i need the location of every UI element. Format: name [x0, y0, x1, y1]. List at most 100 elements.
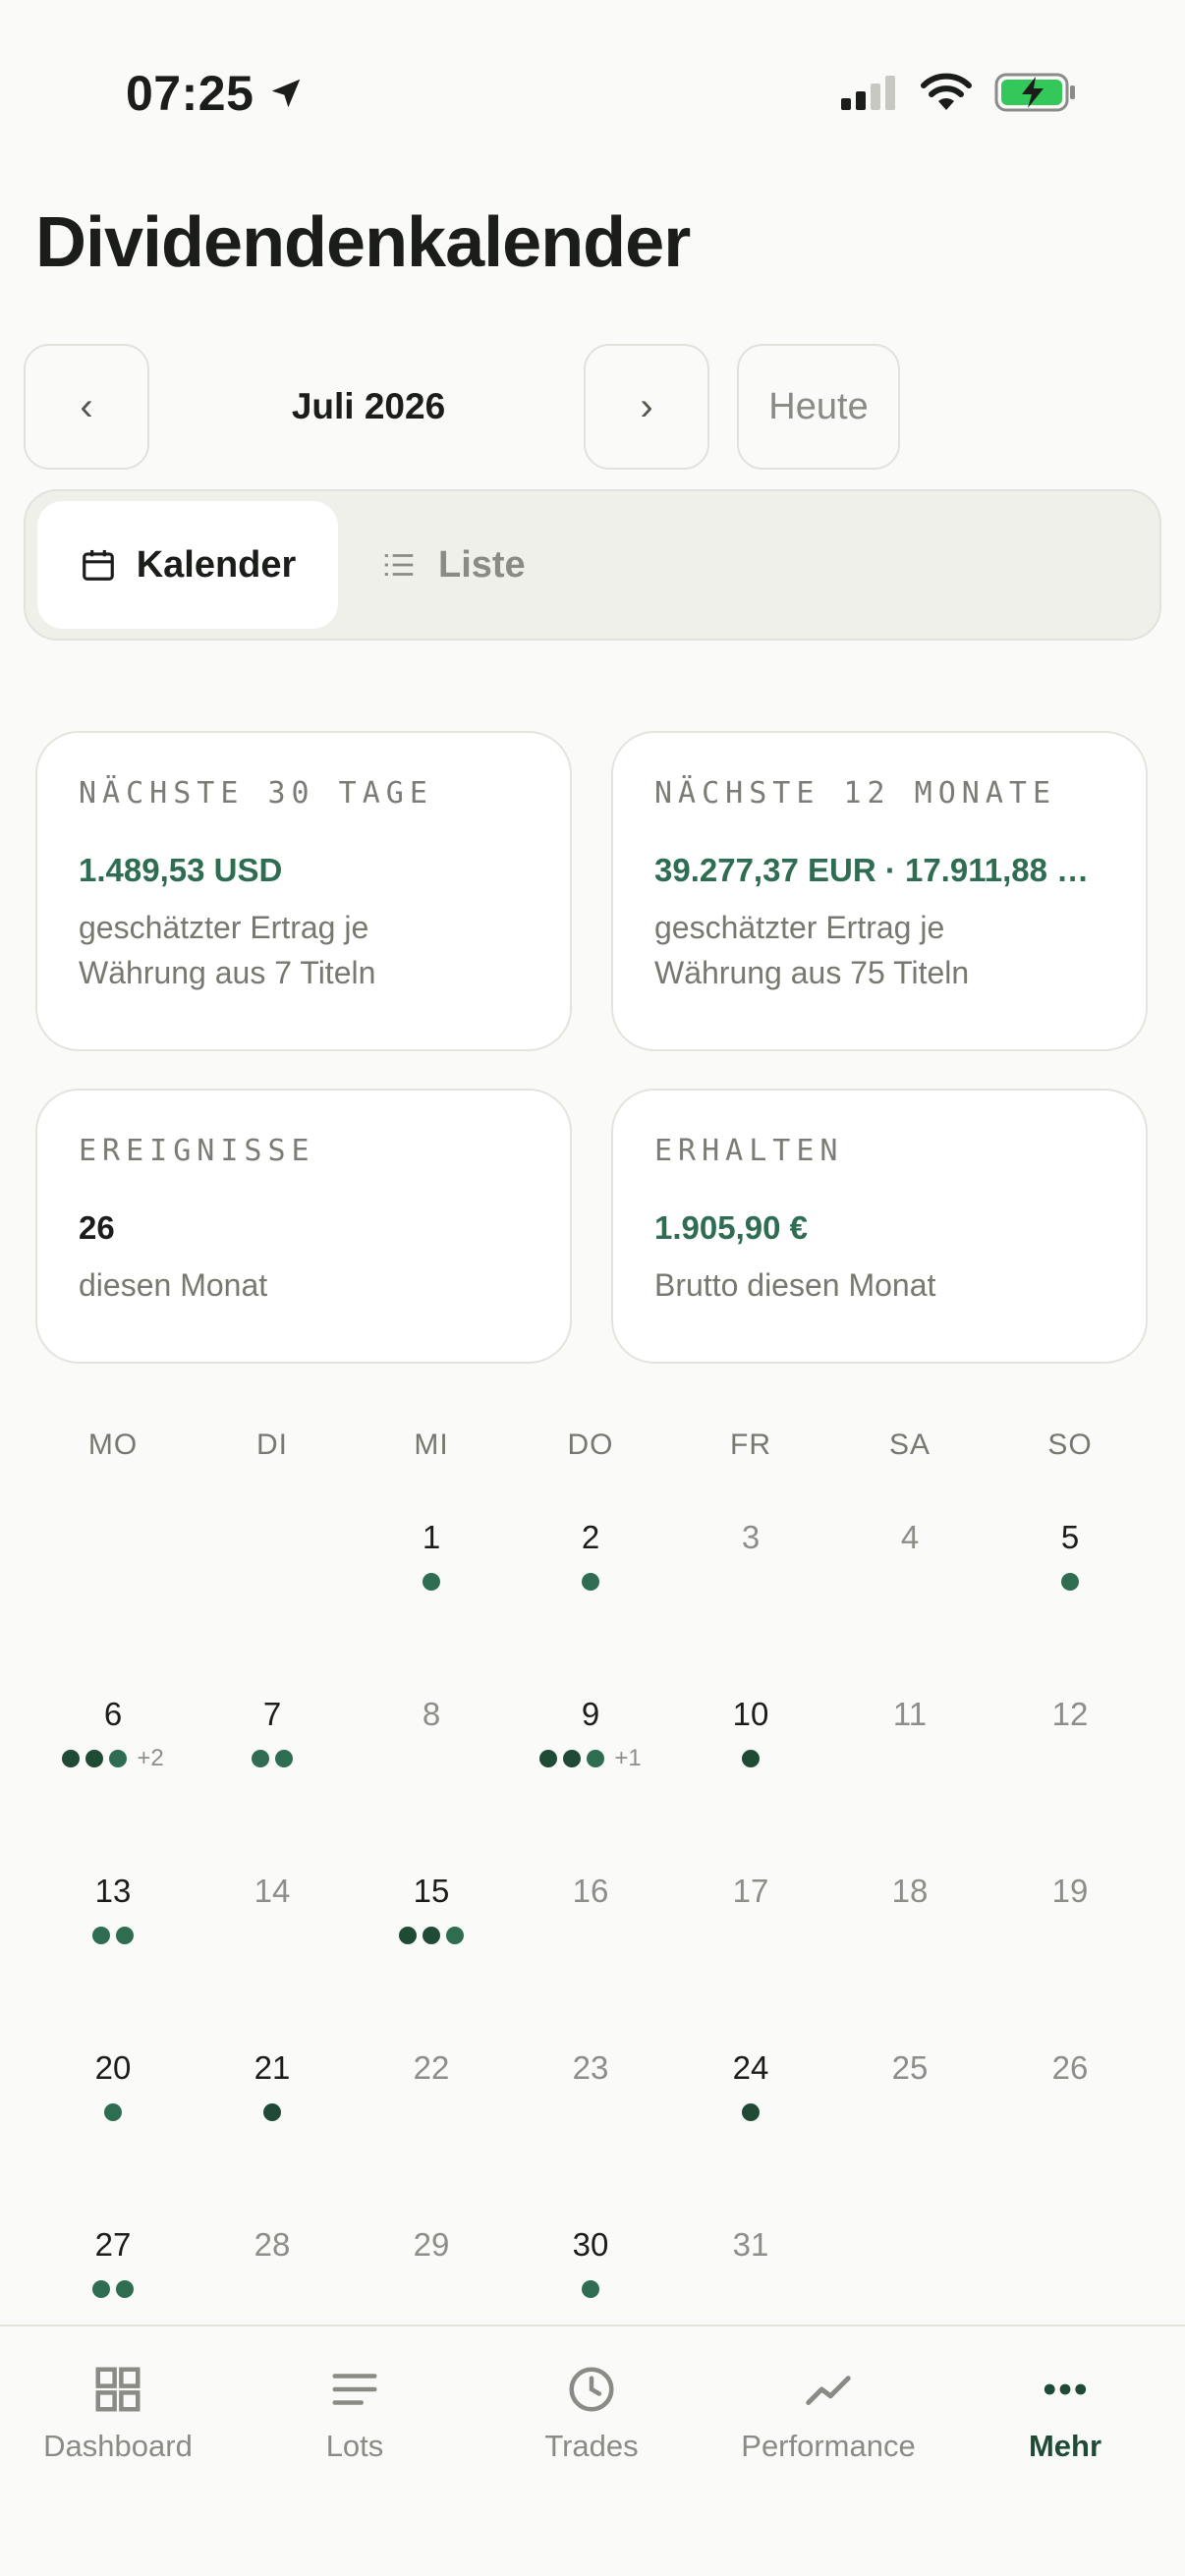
calendar-day-26[interactable]: 26 [990, 2048, 1150, 2088]
day-number: 14 [254, 1873, 291, 1909]
calendar-day-23[interactable]: 23 [511, 2048, 670, 2088]
tab-label: Mehr [1028, 2429, 1102, 2463]
day-number: 9 [581, 1696, 600, 1732]
calendar-day-8[interactable]: 8 [352, 1695, 511, 1734]
calendar-day-16[interactable]: 16 [511, 1872, 670, 1911]
event-dot [539, 1750, 558, 1767]
tab-dashboard[interactable]: Dashboard [0, 2360, 236, 2464]
current-month-label: Juli 2026 [291, 386, 446, 426]
calendar-day-17[interactable]: 17 [671, 1872, 830, 1911]
tab-label: Performance [741, 2429, 916, 2463]
event-dot [92, 1927, 110, 1944]
calendar-day-3[interactable]: 3 [671, 1518, 830, 1557]
day-number: 20 [94, 2049, 132, 2086]
event-dots [511, 1571, 670, 1593]
calendar-day-31[interactable]: 31 [671, 2225, 830, 2265]
event-dot [62, 1750, 81, 1767]
card-label: NÄCHSTE 30 TAGE [79, 776, 433, 811]
event-dots [193, 1748, 352, 1769]
card-value: 26 [79, 1209, 115, 1246]
card-label: NÄCHSTE 12 MONATE [654, 776, 1057, 811]
list-view-tab[interactable]: Liste [379, 501, 526, 629]
next-month-button[interactable]: › [584, 344, 709, 470]
calendar-day-29[interactable]: 29 [352, 2225, 511, 2265]
tab-trades[interactable]: Trades [474, 2360, 709, 2464]
previous-month-button[interactable]: ‹ [24, 344, 149, 470]
weekday-do: DO [567, 1428, 614, 1461]
calendar-day-10[interactable]: 10 [671, 1695, 830, 1769]
event-dots [193, 2101, 352, 2123]
card-value: 1.489,53 USD [79, 852, 283, 888]
day-number: 28 [254, 2226, 291, 2263]
more-events-count: +2 [137, 1745, 164, 1771]
page: 07:25 Dividendenkalender ‹ Juli 2026 › H… [0, 0, 1185, 2576]
tab-lots[interactable]: Lots [237, 2360, 473, 2464]
page-title: Dividendenkalender [35, 203, 691, 282]
calendar-day-7[interactable]: 7 [193, 1695, 352, 1769]
day-number: 7 [262, 1696, 282, 1732]
calendar-day-22[interactable]: 22 [352, 2048, 511, 2088]
bottom-tab-bar: Dashboard Lots Trades Performance Mehr [0, 2324, 1185, 2576]
calendar-day-12[interactable]: 12 [990, 1695, 1150, 1734]
event-dot [275, 1750, 293, 1767]
day-number: 21 [254, 2049, 291, 2086]
event-dot [423, 1927, 440, 1944]
list-icon [384, 554, 414, 576]
calendar-day-9[interactable]: 9 +1 [511, 1695, 670, 1771]
event-dot [742, 2103, 760, 2121]
chevron-left-icon: ‹ [80, 384, 93, 428]
calendar-day-15[interactable]: 15 [352, 1872, 511, 1946]
calendar-day-11[interactable]: 11 [830, 1695, 989, 1734]
status-time: 07:25 [126, 65, 305, 122]
day-number: 18 [891, 1873, 929, 1909]
card-next-12-months: NÄCHSTE 12 MONATE 39.277,37 EUR · 17.911… [611, 731, 1148, 1051]
calendar-day-2[interactable]: 2 [511, 1518, 670, 1593]
event-dots [33, 2101, 193, 2123]
event-dots: +1 [511, 1745, 670, 1771]
card-subtitle: Brutto diesen Monat [654, 1262, 1104, 1308]
calendar-day-1[interactable]: 1 [352, 1518, 511, 1593]
card-label: EREIGNISSE [79, 1134, 315, 1168]
day-number: 16 [572, 1873, 609, 1909]
day-number: 1 [422, 1519, 441, 1555]
calendar-day-18[interactable]: 18 [830, 1872, 989, 1911]
location-arrow-icon [272, 79, 301, 108]
event-dot [252, 1750, 269, 1767]
weekday-sa: SA [888, 1428, 931, 1461]
weekday-so: SO [1047, 1428, 1093, 1461]
calendar-day-5[interactable]: 5 [990, 1518, 1150, 1593]
day-number: 4 [900, 1519, 920, 1555]
calendar-view-tab[interactable]: Kalender [37, 501, 338, 629]
card-subtitle-line: Brutto diesen Monat [654, 1267, 936, 1303]
today-button[interactable]: Heute [737, 344, 900, 470]
calendar-day-21[interactable]: 21 [193, 2048, 352, 2123]
event-dots [352, 1571, 511, 1593]
calendar-day-28[interactable]: 28 [193, 2225, 352, 2265]
calendar-day-13[interactable]: 13 [33, 1872, 193, 1946]
tab-more[interactable]: Mehr [947, 2360, 1183, 2464]
calendar-day-27[interactable]: 27 [33, 2225, 193, 2300]
calendar-day-19[interactable]: 19 [990, 1872, 1150, 1911]
calendar-day-6[interactable]: 6 +2 [33, 1695, 193, 1771]
calendar-day-25[interactable]: 25 [830, 2048, 989, 2088]
calendar-day-24[interactable]: 24 [671, 2048, 830, 2123]
lines-icon [332, 2374, 377, 2405]
weekday-mi: MI [414, 1428, 449, 1461]
view-switcher: Kalender Liste [24, 489, 1161, 641]
day-number: 30 [572, 2226, 609, 2263]
tab-performance[interactable]: Performance [710, 2360, 946, 2464]
card-subtitle-line: Währung aus 7 Titeln [79, 955, 376, 990]
calendar-day-4[interactable]: 4 [830, 1518, 989, 1557]
day-number: 22 [413, 2049, 450, 2086]
day-number: 25 [891, 2049, 929, 2086]
day-number: 29 [413, 2226, 450, 2263]
calendar-day-30[interactable]: 30 [511, 2225, 670, 2300]
event-dot [116, 2280, 134, 2298]
cellular-signal-icon [841, 76, 895, 110]
calendar-day-14[interactable]: 14 [193, 1872, 352, 1911]
day-number: 6 [103, 1696, 123, 1732]
calendar-day-20[interactable]: 20 [33, 2048, 193, 2123]
tab-label: Lots [325, 2429, 384, 2463]
day-number: 2 [581, 1519, 600, 1555]
tab-label: Dashboard [43, 2429, 193, 2463]
